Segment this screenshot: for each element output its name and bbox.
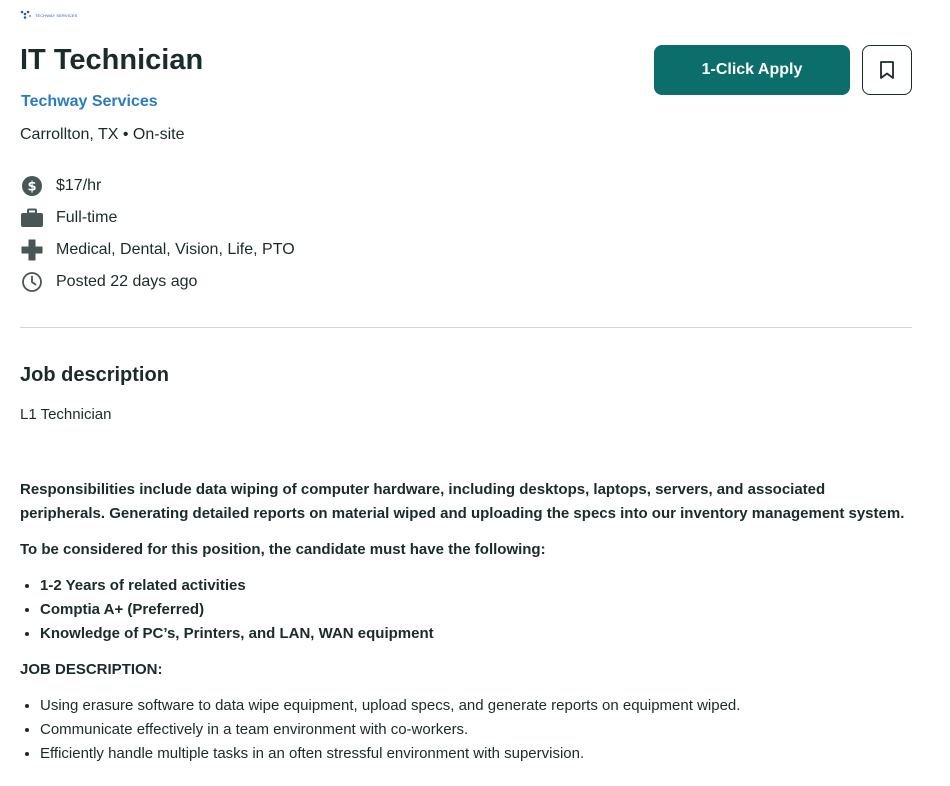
job-title: IT Technician [20,44,204,76]
pay-text: $17/hr [56,177,102,194]
benefits-text: Medical, Dental, Vision, Life, PTO [56,241,295,258]
briefcase-icon [20,206,44,230]
section-divider [20,327,912,328]
clock-icon [20,270,44,294]
logo-mark-icon [20,10,32,19]
list-item: Using erasure software to data wipe equi… [40,694,912,718]
job-type-text: Full-time [56,209,118,226]
duties-list: Using erasure software to data wipe equi… [20,694,912,766]
list-item: Comptia A+ (Preferred) [40,598,912,622]
list-item: Knowledge of PC’s, Printers, and LAN, WA… [40,622,912,646]
company-link[interactable]: Techway Services [21,93,158,111]
one-click-apply-button[interactable]: 1-Click Apply [654,45,850,95]
job-location: Carrollton, TX • On-site [20,126,185,143]
responsibilities-text: Responsibilities include data wiping of … [20,481,905,522]
duties-heading: JOB DESCRIPTION: [20,661,163,678]
dollar-circle-icon: $ [20,174,44,198]
pay-row: $ $17/hr [20,170,295,202]
list-item: Efficiently handle multiple tasks in an … [40,742,912,766]
requirements-list: 1-2 Years of related activities Comptia … [20,574,912,646]
job-description-heading: Job description [20,364,169,386]
bookmark-icon [880,61,894,79]
requirements-heading: To be considered for this position, the … [20,541,546,558]
medical-cross-icon [20,238,44,262]
svg-text:$: $ [27,180,36,195]
job-type-row: Full-time [20,202,295,234]
logo-text: TECHWAY SERVICES [35,12,78,18]
posted-row: Posted 22 days ago [20,266,295,298]
company-logo: TECHWAY SERVICES [20,10,77,20]
job-description: Job description L1 Technician Responsibi… [20,364,912,778]
job-description-intro: L1 Technician [20,406,112,423]
benefits-row: Medical, Dental, Vision, Life, PTO [20,234,295,266]
job-detail-page: TECHWAY SERVICES IT Technician Techway S… [0,0,950,786]
list-item: Communicate effectively in a team enviro… [40,718,912,742]
save-job-button[interactable] [862,45,912,95]
list-item: 1-2 Years of related activities [40,574,912,598]
job-meta: $ $17/hr Full-time Medical, Dental, Visi… [20,170,295,298]
posted-text: Posted 22 days ago [56,273,198,290]
